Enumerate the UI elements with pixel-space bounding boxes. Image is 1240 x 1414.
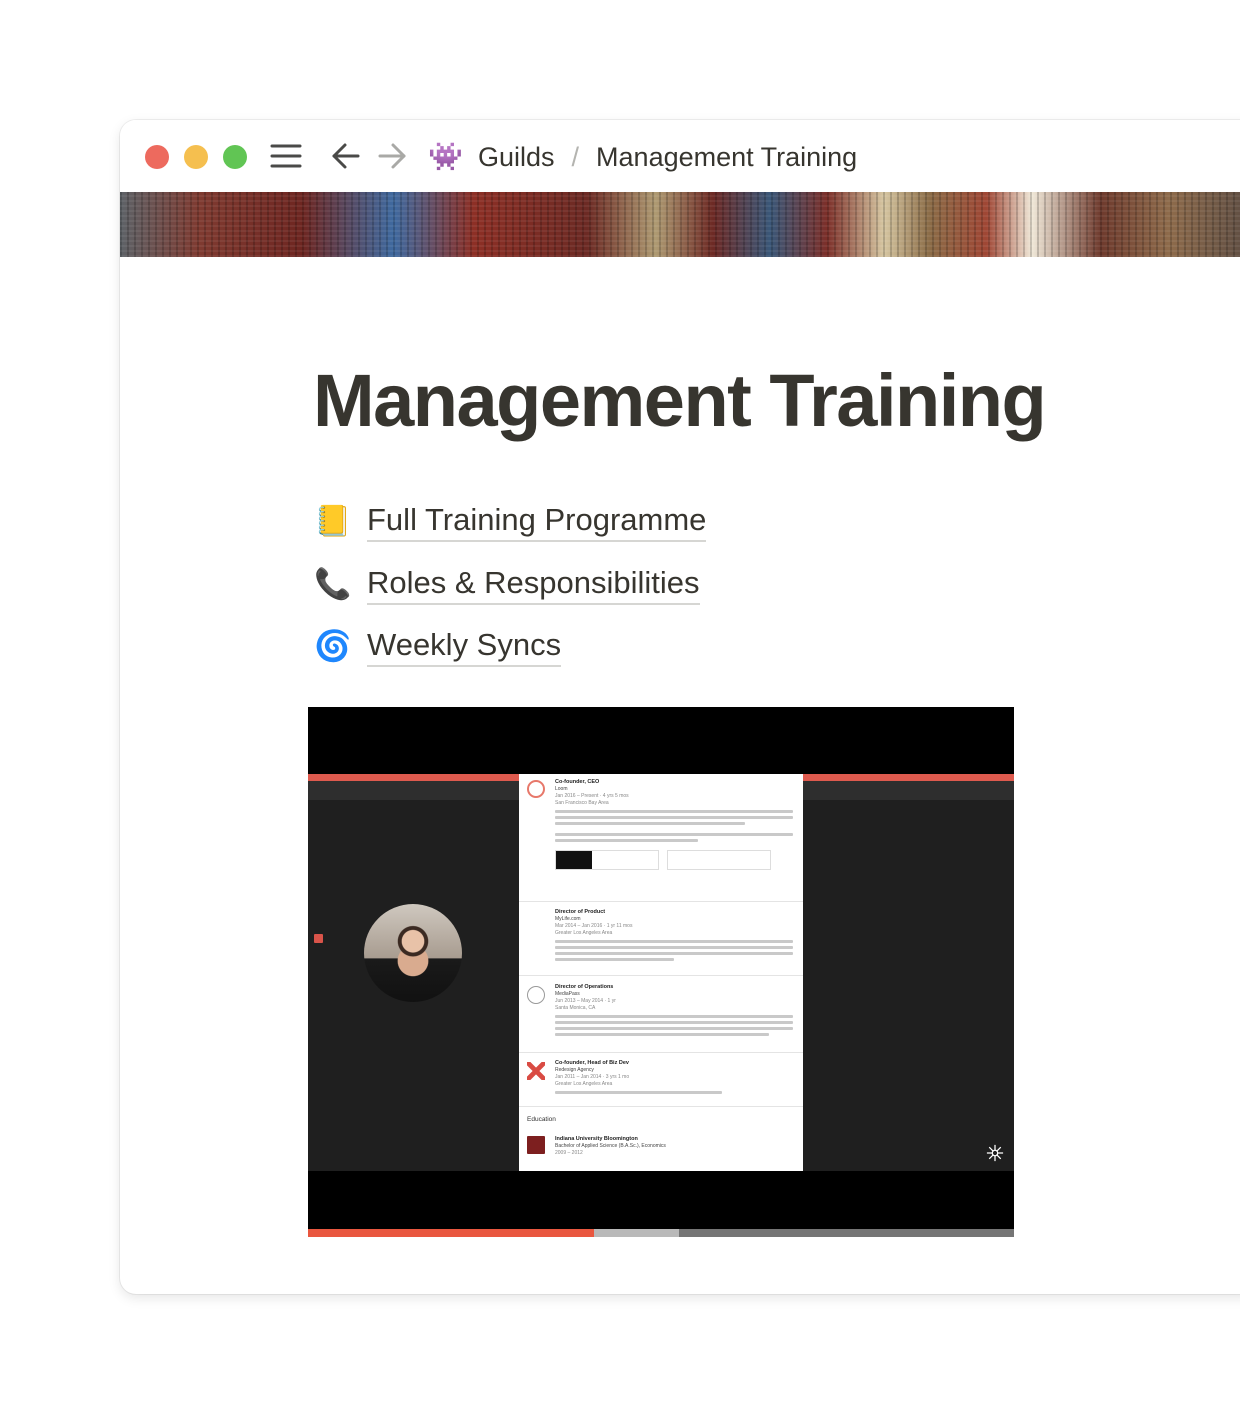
- maximize-window-button[interactable]: [223, 145, 247, 169]
- link-label[interactable]: Full Training Programme: [367, 502, 707, 542]
- minimize-window-button[interactable]: [184, 145, 208, 169]
- link-full-training-programme[interactable]: 📒 Full Training Programme: [313, 500, 707, 544]
- experience-entry: Director of Operations MediaPass Jun 201…: [555, 984, 793, 1036]
- redesign-logo-icon: [527, 1062, 545, 1080]
- breadcrumb-separator: /: [571, 141, 580, 172]
- link-label[interactable]: Roles & Responsibilities: [367, 565, 700, 605]
- video-embed[interactable]: Co-founder, CEO Loom Jan 2016 – Present …: [308, 707, 1014, 1237]
- ledger-icon: 📒: [314, 505, 352, 538]
- guilds-space-invader-icon: 👾: [428, 141, 463, 172]
- link-label[interactable]: Weekly Syncs: [367, 627, 562, 667]
- indiana-university-logo-icon: [527, 1136, 545, 1154]
- experience-entry: Co-founder, CEO Loom Jan 2016 – Present …: [555, 779, 793, 870]
- back-arrow-icon[interactable]: [328, 138, 364, 174]
- cyclone-icon: 🌀: [314, 630, 352, 663]
- close-window-button[interactable]: [145, 145, 169, 169]
- experience-entry: Director of Product MyLife.com Mar 2014 …: [555, 909, 793, 961]
- loom-watermark-icon: [986, 1144, 1004, 1162]
- browser-window: 👾 Guilds / Management Training Managemen…: [120, 120, 1240, 1294]
- hamburger-menu-icon[interactable]: [268, 138, 304, 174]
- loom-logo-icon: [527, 780, 545, 798]
- video-progress-bar[interactable]: [308, 1229, 594, 1237]
- video-profile-panel: Co-founder, CEO Loom Jan 2016 – Present …: [519, 774, 803, 1171]
- breadcrumb-current-page[interactable]: Management Training: [596, 142, 857, 173]
- breadcrumb-guilds[interactable]: Guilds: [478, 142, 555, 173]
- experience-entry: Co-founder, Head of Biz Dev Redesign Age…: [555, 1060, 793, 1094]
- telephone-icon: 📞: [314, 568, 352, 601]
- link-weekly-syncs[interactable]: 🌀 Weekly Syncs: [313, 625, 562, 669]
- forward-arrow-icon[interactable]: [374, 138, 410, 174]
- title-bar: 👾 Guilds / Management Training: [120, 120, 1240, 192]
- page-cover-image: [120, 192, 1240, 257]
- presenter-camera-bubble: [364, 904, 462, 1002]
- link-roles-responsibilities[interactable]: 📞 Roles & Responsibilities: [313, 563, 700, 607]
- breadcrumb: Guilds / Management Training: [478, 140, 857, 174]
- education-entry: Indiana University Bloomington Bachelor …: [555, 1136, 666, 1156]
- page-title: Management Training: [313, 359, 1047, 442]
- record-indicator-icon: [314, 934, 323, 943]
- mediapass-logo-icon: [527, 986, 545, 1004]
- education-heading: Education: [527, 1116, 556, 1123]
